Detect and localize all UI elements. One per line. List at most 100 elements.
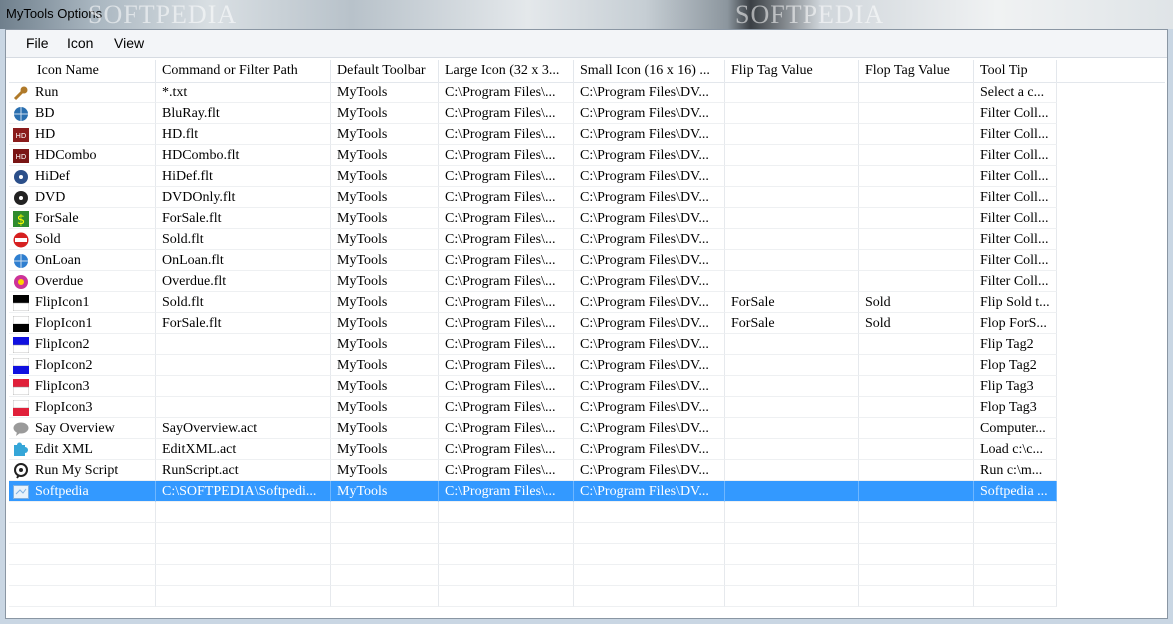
cell-icon-name: HD HDCombo (9, 145, 156, 166)
cell-large-icon: C:\Program Files\... (439, 460, 574, 481)
column-header-tool-tip[interactable]: Tool Tip (974, 60, 1057, 82)
cell-command-path: Sold.flt (156, 229, 331, 250)
cell-large-icon-text: C:\Program Files\... (445, 106, 556, 121)
menu-icon[interactable]: Icon (67, 35, 93, 51)
cell-large-icon-text: C:\Program Files\... (445, 442, 556, 457)
table-row[interactable]: FlopIcon2 MyTools C:\Program Files\... C:\P… (9, 355, 1165, 376)
cell-flip-tag (725, 439, 859, 460)
table-row[interactable]: Softpedia C:\SOFTPEDIA\Softpedi... MyTools… (9, 481, 1165, 502)
menu-bar: File Icon View (6, 30, 1167, 58)
cell-flop-tag (859, 271, 974, 292)
dollar-icon: $ (13, 211, 29, 228)
cell-icon-name: Sold (9, 229, 156, 250)
cell-default-toolbar: MyTools (331, 334, 439, 355)
cell-flop-tag (859, 565, 974, 586)
column-header-command-path[interactable]: Command or Filter Path (156, 60, 331, 82)
table-row[interactable]: HiDef HiDef.flt MyTools C:\Program Files\..… (9, 166, 1165, 187)
table-row[interactable]: Run *.txt MyTools C:\Program Files\... C:\Pr… (9, 82, 1165, 103)
cell-small-icon-text: C:\Program Files\DV... (580, 379, 709, 394)
cell-icon-name-text: ForSale (35, 211, 79, 226)
cell-command-path (156, 544, 331, 565)
cell-flip-tag (725, 187, 859, 208)
cell-tool-tip-text: Flop Tag3 (980, 400, 1037, 415)
cell-command-path (156, 397, 331, 418)
cell-small-icon-text: C:\Program Files\DV... (580, 232, 709, 247)
cell-default-toolbar-text: MyTools (337, 337, 388, 352)
table-row[interactable]: HD HDCombo HDCombo.flt MyTools C:\Program Fi… (9, 145, 1165, 166)
cell-icon-name-text: BD (35, 106, 55, 121)
cell-flop-tag: Sold (859, 292, 974, 313)
menu-file[interactable]: File (26, 35, 49, 51)
column-header-large-icon[interactable]: Large Icon (32 x 3... (439, 60, 574, 82)
cell-small-icon: C:\Program Files\DV... (574, 250, 725, 271)
cell-default-toolbar: MyTools (331, 145, 439, 166)
cell-small-icon: C:\Program Files\DV... (574, 187, 725, 208)
cell-flop-tag (859, 502, 974, 523)
cell-command-path: Sold.flt (156, 292, 331, 313)
cell-icon-name: DVD (9, 187, 156, 208)
table-row[interactable]: DVD DVDOnly.flt MyTools C:\Program Files\..… (9, 187, 1165, 208)
table-row[interactable]: OnLoan OnLoan.flt MyTools C:\Program Files\… (9, 250, 1165, 271)
tools-grid[interactable]: Icon Name Command or Filter Path Default… (9, 60, 1165, 616)
column-header-flip-tag[interactable]: Flip Tag Value (725, 60, 859, 82)
table-row[interactable]: FlipIcon1 Sold.flt MyTools C:\Program Files… (9, 292, 1165, 313)
cell-flop-tag (859, 166, 974, 187)
cell-icon-name-text: HiDef (35, 169, 70, 184)
cell-large-icon-text: C:\Program Files\... (445, 211, 556, 226)
menu-view[interactable]: View (114, 35, 144, 51)
table-row[interactable]: BD BluRay.flt MyTools C:\Program Files\... C… (9, 103, 1165, 124)
cell-small-icon-text: C:\Program Files\DV... (580, 190, 709, 205)
cell-tool-tip: Filter Coll... (974, 145, 1057, 166)
column-header-default-toolbar[interactable]: Default Toolbar (331, 60, 439, 82)
table-row[interactable]: FlopIcon1 ForSale.flt MyTools C:\Program Fi… (9, 313, 1165, 334)
table-row[interactable]: Sold Sold.flt MyTools C:\Program Files\... C… (9, 229, 1165, 250)
cell-command-path (156, 376, 331, 397)
flip-black-icon (12, 295, 30, 312)
cell-default-toolbar: MyTools (331, 376, 439, 397)
cell-flip-tag (725, 418, 859, 439)
cell-tool-tip: Run c:\m... (974, 460, 1057, 481)
cell-icon-name-text: HDCombo (35, 148, 97, 163)
cell-flip-tag: ForSale (725, 313, 859, 334)
cell-icon-name-text: Overdue (35, 274, 84, 289)
hd-badge-icon: HD (13, 127, 29, 142)
cell-flop-tag (859, 145, 974, 166)
cell-command-path: Overdue.flt (156, 271, 331, 292)
cell-icon-name (9, 565, 156, 586)
table-row[interactable]: Say Overview SayOverview.act MyTools C:\Pro… (9, 418, 1165, 439)
cell-flip-tag (725, 208, 859, 229)
cell-icon-name-text: Softpedia (35, 484, 89, 499)
empty-row (9, 523, 1165, 544)
cell-tool-tip-text: Flip Tag3 (980, 379, 1034, 394)
cell-command-path: C:\SOFTPEDIA\Softpedi... (156, 481, 331, 502)
table-row[interactable]: FlopIcon3 MyTools C:\Program Files\... C:\P… (9, 397, 1165, 418)
cell-command-path: OnLoan.flt (156, 250, 331, 271)
table-row[interactable]: Edit XML EditXML.act MyTools C:\Program Fil… (9, 439, 1165, 460)
script-run-icon (13, 463, 29, 479)
table-row[interactable]: HD HD HD.flt MyTools C:\Program Files\... C:\… (9, 124, 1165, 145)
table-row[interactable]: FlipIcon2 MyTools C:\Program Files\... C:\P… (9, 334, 1165, 355)
cell-large-icon: C:\Program Files\... (439, 397, 574, 418)
cell-icon-name-text: Run (35, 85, 59, 100)
cell-tool-tip-text: Flip Sold t... (980, 295, 1050, 310)
cell-small-icon-text: C:\Program Files\DV... (580, 211, 709, 226)
cell-flip-tag (725, 145, 859, 166)
cell-default-toolbar-text: MyTools (337, 316, 388, 331)
table-row[interactable]: Run My Script RunScript.act MyTools C:\Prog… (9, 460, 1165, 481)
table-row[interactable]: Overdue Overdue.flt MyTools C:\Program File… (9, 271, 1165, 292)
table-row[interactable]: $ ForSale ForSale.flt MyTools C:\Program Fil… (9, 208, 1165, 229)
cell-tool-tip-text: Flop ForS... (980, 316, 1047, 331)
cell-flip-tag (725, 271, 859, 292)
cell-icon-name: HD HD (9, 124, 156, 145)
flop-black-icon (12, 315, 30, 332)
cell-small-icon-text: C:\Program Files\DV... (580, 106, 709, 121)
column-header-small-icon[interactable]: Small Icon (16 x 16) ... (574, 60, 725, 82)
column-header-icon-name[interactable]: Icon Name (9, 60, 156, 82)
cell-flip-tag (725, 502, 859, 523)
table-row[interactable]: FlipIcon3 MyTools C:\Program Files\... C:\P… (9, 376, 1165, 397)
cell-default-toolbar (331, 523, 439, 544)
cell-icon-name: FlipIcon2 (9, 334, 156, 355)
cell-command-path: HDCombo.flt (156, 145, 331, 166)
column-header-flop-tag[interactable]: Flop Tag Value (859, 60, 974, 82)
cell-large-icon-text: C:\Program Files\... (445, 463, 556, 478)
